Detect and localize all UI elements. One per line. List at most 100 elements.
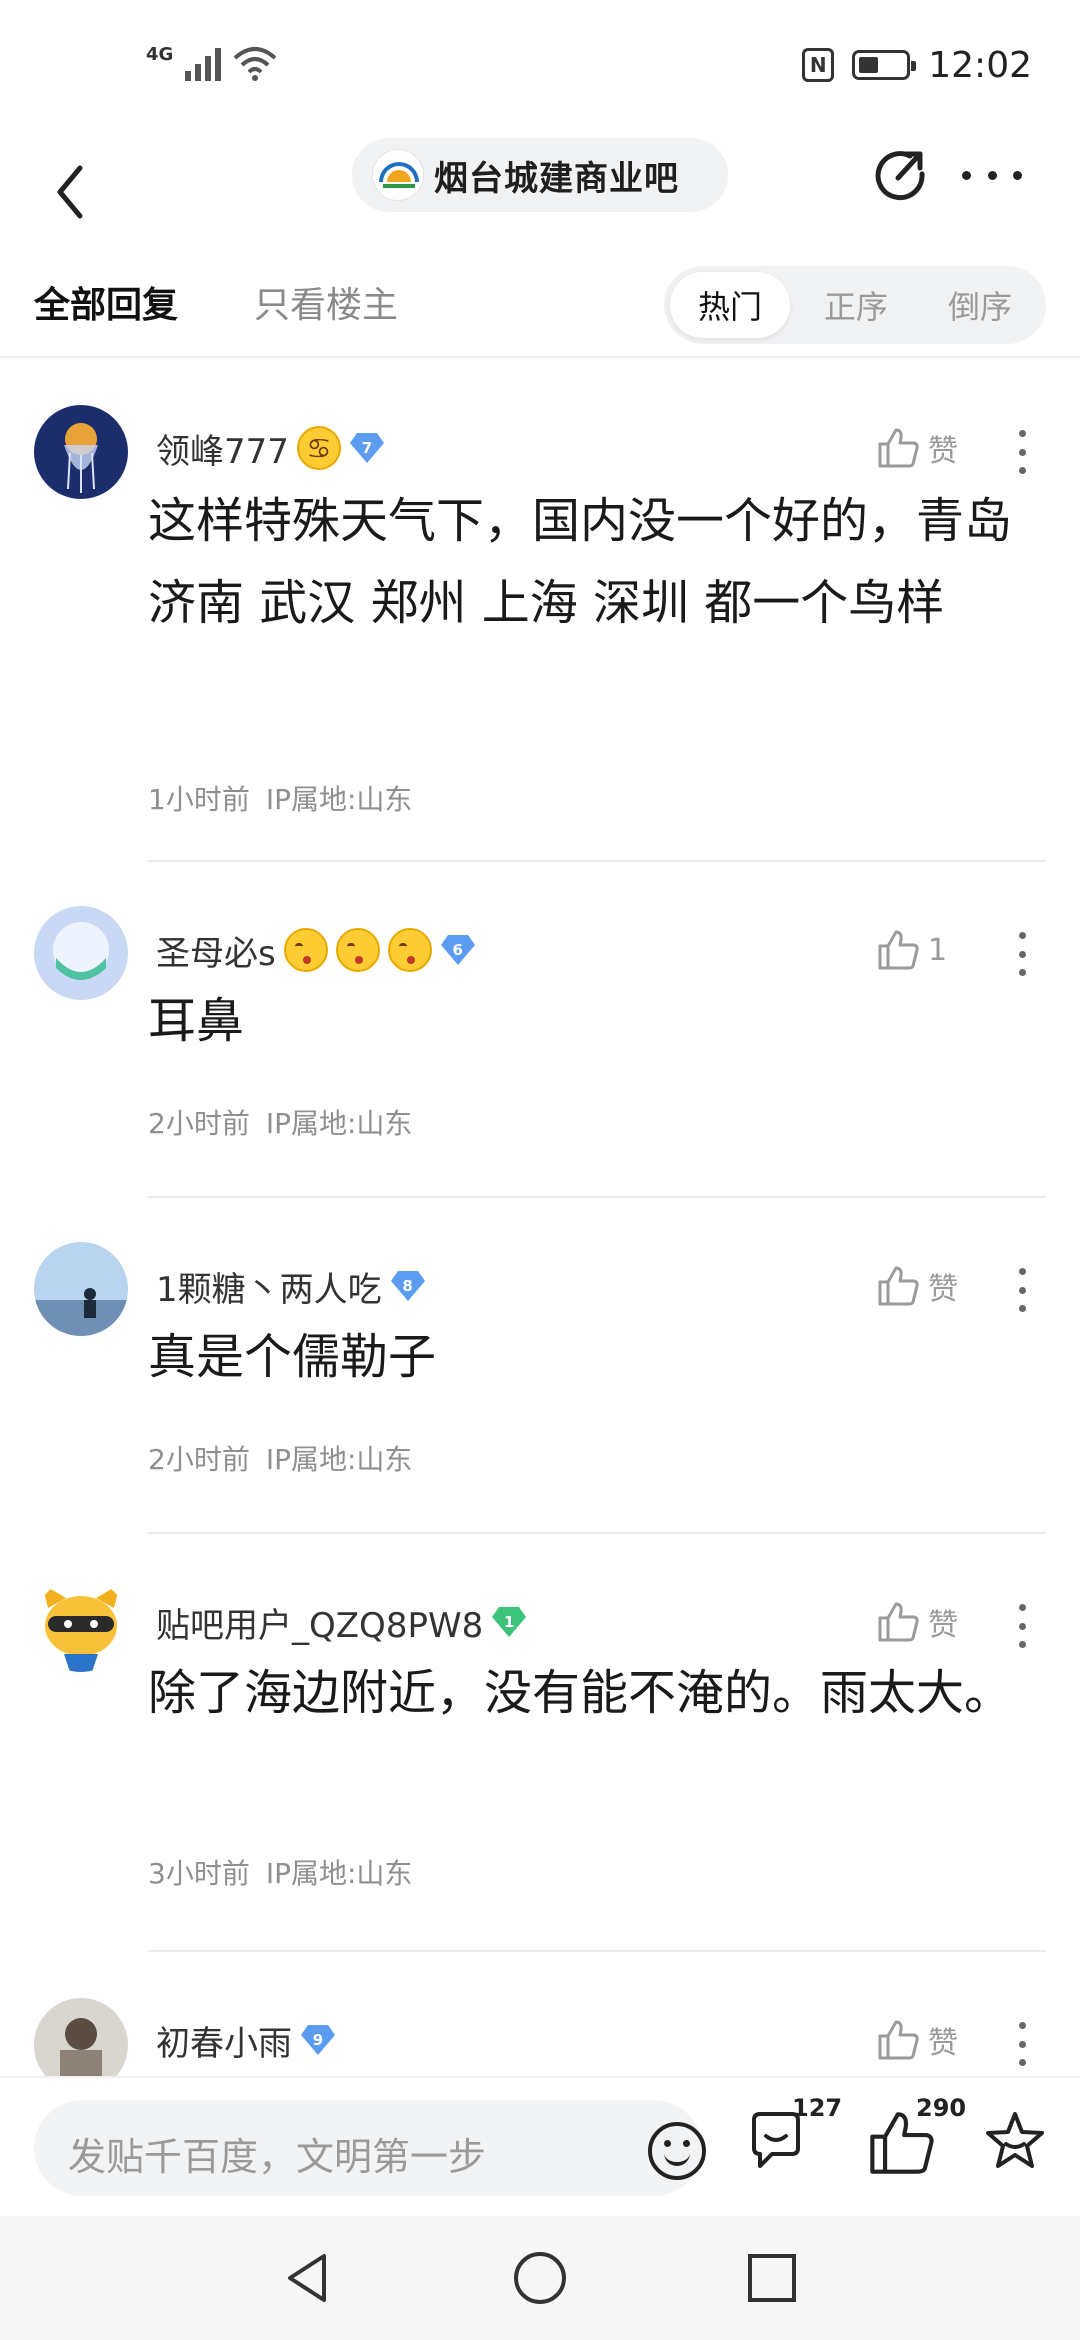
kiss-emoji-icon (387, 928, 432, 972)
clock: 12:02 (928, 44, 1032, 86)
comment-meta: 1小时前 IP属地:山东 (148, 778, 412, 818)
like-button[interactable]: 赞 (876, 2010, 958, 2070)
header-bar: 烟台城建商业吧 (0, 130, 1080, 260)
comment-more-button[interactable] (1010, 1604, 1034, 1648)
sort-asc-button[interactable]: 正序 (796, 272, 916, 338)
comment-ip: IP属地:山东 (265, 1443, 413, 1476)
favorite-button[interactable] (982, 2108, 1052, 2188)
comment-meta: 2小时前 IP属地:山东 (148, 1438, 412, 1478)
wifi-icon (233, 47, 277, 81)
tab-all-replies[interactable]: 全部回复 (34, 276, 178, 328)
like-label: 赞 (928, 434, 958, 469)
forum-link[interactable]: 烟台城建商业吧 (352, 138, 728, 212)
avatar[interactable] (34, 906, 128, 1000)
reply-placeholder: 发贴千百度，文明第一步 (68, 2135, 487, 2179)
comment-count: 127 (792, 2094, 843, 2122)
like-count: 1 (928, 932, 948, 968)
comment-time: 3小时前 (148, 1857, 250, 1890)
kebab-icon (1018, 1604, 1026, 1611)
comment-text: 除了海边附近，没有能不淹的。雨太大。 (148, 1665, 1013, 1721)
level-badge: 6 (440, 933, 476, 967)
avatar[interactable] (34, 1998, 128, 2076)
comment-ip: IP属地:山东 (265, 1107, 413, 1140)
kebab-icon (1018, 932, 1026, 939)
network-type: 4G (146, 43, 174, 65)
comment-more-button[interactable] (1010, 2022, 1034, 2066)
tab-owner-only[interactable]: 只看楼主 (254, 276, 398, 328)
level-badge: 7 (349, 431, 385, 465)
comment-list: 领峰777 ♋ 7 赞 这样特殊天气下，国内没一个好的，青岛 济南 武汉 郑州 … (0, 360, 1080, 2076)
reply-filter-bar: 全部回复 只看楼主 热门 正序 倒序 (0, 262, 1080, 358)
more-icon (962, 170, 971, 180)
comment-time: 2小时前 (148, 1107, 250, 1140)
comment-ip: IP属地:山东 (265, 1857, 413, 1890)
reply-bar: 发贴千百度，文明第一步 127 290 (0, 2076, 1080, 2216)
username[interactable]: 贴吧用户_QZQ8PW8 (156, 1598, 483, 1647)
comment-more-button[interactable] (1010, 430, 1034, 474)
comment-more-button[interactable] (1010, 932, 1034, 976)
divider (148, 1950, 1046, 1952)
comment-count-button[interactable]: 127 (744, 2094, 842, 2188)
comment-more-button[interactable] (1010, 1268, 1034, 1312)
forum-logo (372, 149, 424, 201)
sort-desc-button[interactable]: 倒序 (920, 272, 1040, 338)
share-button[interactable] (870, 146, 930, 206)
username[interactable]: 领峰777 (156, 424, 289, 473)
system-home-button[interactable] (510, 2248, 570, 2308)
username-row: 贴吧用户_QZQ8PW8 1 (156, 1594, 527, 1650)
comment-text: 这样特殊天气下，国内没一个好的，青岛 济南 武汉 郑州 上海 深圳 都一个鸟样 (148, 493, 1013, 631)
post-like-button[interactable]: 290 (866, 2094, 966, 2188)
like-button[interactable]: 赞 (876, 1256, 958, 1316)
comment-time: 1小时前 (148, 783, 250, 816)
like-button[interactable]: 赞 (876, 418, 958, 478)
comment-ip: IP属地:山东 (265, 783, 413, 816)
thumbs-up-icon (878, 1602, 919, 1642)
system-back-button[interactable] (278, 2248, 338, 2308)
more-button[interactable] (962, 160, 1022, 190)
like-label: 赞 (928, 1608, 958, 1643)
reply-input[interactable]: 发贴千百度，文明第一步 (34, 2100, 706, 2196)
signal-icon (185, 48, 222, 81)
like-button[interactable]: 1 (876, 920, 947, 980)
kebab-icon (1018, 430, 1026, 437)
kebab-icon (1018, 1268, 1026, 1275)
comment-meta: 3小时前 IP属地:山东 (148, 1852, 412, 1892)
cancer-zodiac-icon: ♋ (296, 426, 341, 470)
emoji-picker-icon[interactable] (648, 2122, 706, 2180)
status-right: N 12:02 (802, 40, 1032, 90)
kiss-emoji-icon (335, 928, 380, 972)
username[interactable]: 圣母必s (156, 926, 276, 975)
back-icon (57, 165, 83, 219)
username[interactable]: 1颗糖丶两人吃 (156, 1262, 382, 1311)
comment-time: 2小时前 (148, 1443, 250, 1476)
avatar[interactable] (34, 1578, 128, 1672)
username-row: 初春小雨 9 (156, 2012, 336, 2068)
username-row: 领峰777 ♋ 7 (156, 420, 385, 476)
avatar[interactable] (34, 405, 128, 499)
triangle-back-icon (288, 2254, 326, 2302)
square-recents-icon (748, 2254, 796, 2302)
system-navigation-bar (0, 2216, 1080, 2340)
sort-segmented-control: 热门 正序 倒序 (664, 266, 1046, 344)
thumbs-up-icon (878, 930, 919, 970)
username-row: 圣母必s 6 (156, 922, 476, 978)
divider (148, 1196, 1046, 1198)
like-label: 赞 (928, 1272, 958, 1307)
username[interactable]: 初春小雨 (156, 2016, 292, 2065)
avatar[interactable] (34, 1242, 128, 1336)
like-count: 290 (916, 2094, 967, 2122)
sort-hot-button[interactable]: 热门 (670, 272, 790, 338)
thumbs-up-icon (878, 428, 919, 468)
circle-home-icon (514, 2252, 566, 2304)
kebab-icon (1018, 2022, 1026, 2029)
level-badge: 9 (300, 2023, 336, 2057)
back-button[interactable] (40, 152, 100, 232)
share-icon (875, 151, 925, 201)
like-button[interactable]: 赞 (876, 1592, 958, 1652)
system-recents-button[interactable] (742, 2248, 802, 2308)
like-label: 赞 (928, 2026, 958, 2061)
comment-text: 真是个儒勒子 (148, 1329, 437, 1385)
status-left: 4G (146, 42, 277, 86)
divider (148, 860, 1046, 862)
nfc-icon: N (802, 48, 835, 82)
